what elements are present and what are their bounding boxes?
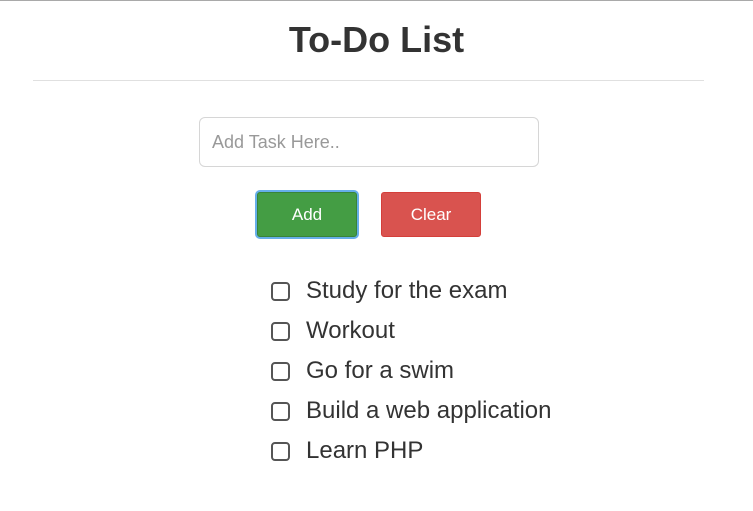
page-title: To-Do List (288, 19, 465, 60)
task-label: Learn PHP (306, 437, 424, 464)
title-divider (33, 80, 704, 81)
task-label: Go for a swim (306, 357, 455, 384)
task-checkbox[interactable] (271, 361, 290, 381)
clear-button[interactable]: Clear (381, 192, 481, 237)
task-checkbox[interactable] (271, 321, 290, 341)
task-item: Learn PHP (271, 431, 552, 471)
task-list: Study for the exam Workout Go for a swim… (271, 271, 552, 471)
task-item: Build a web application (271, 391, 552, 431)
task-item: Study for the exam (271, 271, 552, 311)
task-checkbox[interactable] (271, 281, 290, 301)
task-checkbox[interactable] (271, 401, 290, 421)
task-item: Workout (271, 311, 552, 351)
task-checkbox[interactable] (271, 441, 290, 461)
task-item: Go for a swim (271, 351, 552, 391)
task-label: Study for the exam (306, 277, 508, 304)
task-label: Build a web application (306, 397, 552, 424)
task-input[interactable] (199, 117, 539, 167)
task-label: Workout (306, 317, 395, 344)
add-button[interactable]: Add (257, 192, 357, 237)
